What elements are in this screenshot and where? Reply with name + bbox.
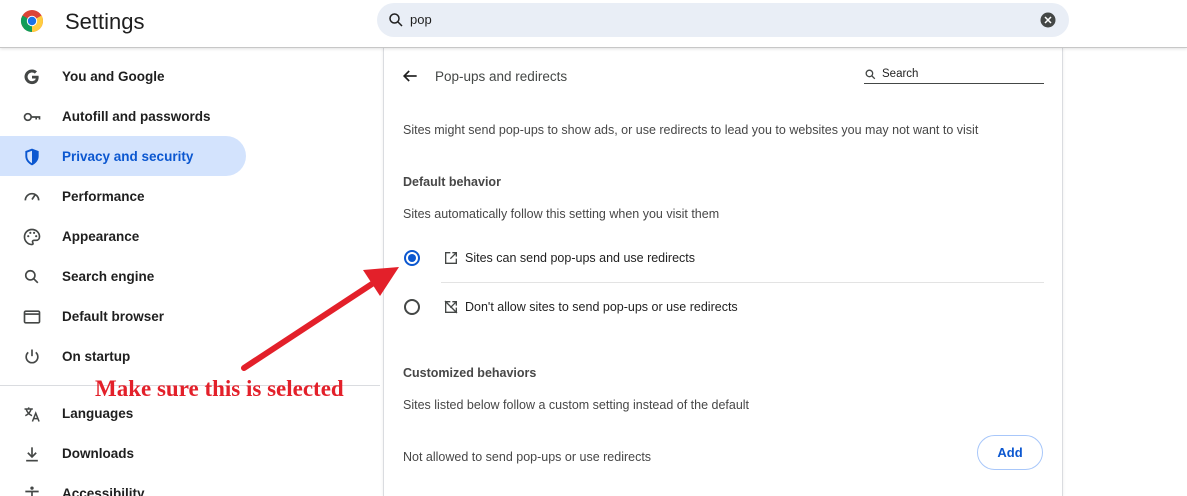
settings-search-box[interactable]: pop: [377, 3, 1069, 37]
sidebar-item-label: Default browser: [62, 309, 165, 324]
option-label: Don't allow sites to send pop-ups or use…: [465, 300, 738, 314]
sidebar-item-downloads[interactable]: Downloads: [0, 433, 246, 473]
shield-icon: [25, 148, 39, 166]
chrome-logo-icon: [21, 10, 43, 32]
page-search-input[interactable]: [882, 67, 1042, 81]
sidebar-item-accessibility[interactable]: Accessibility: [0, 473, 246, 496]
sidebar: You and Google Autofill and passwords Pr…: [0, 48, 380, 496]
translate-icon: [24, 407, 40, 422]
sidebar-item-privacy-and-security[interactable]: Privacy and security: [0, 136, 246, 176]
option-block-popups[interactable]: Don't allow sites to send pop-ups or use…: [402, 287, 1044, 327]
row-divider: [441, 282, 1044, 283]
google-g-icon: [24, 69, 39, 85]
sidebar-item-label: Search engine: [62, 269, 155, 284]
sidebar-item-label: Privacy and security: [62, 149, 194, 164]
clear-search-icon[interactable]: [1039, 11, 1057, 29]
sidebar-item-on-startup[interactable]: On startup: [0, 336, 246, 376]
page-search[interactable]: [864, 67, 1044, 84]
sidebar-item-search-engine[interactable]: Search engine: [0, 256, 246, 296]
radio-allow-popups[interactable]: [404, 250, 420, 266]
sidebar-item-autofill[interactable]: Autofill and passwords: [0, 96, 246, 136]
search-icon: [865, 69, 876, 80]
app-title: Settings: [65, 9, 145, 34]
option-allow-popups[interactable]: Sites can send pop-ups and use redirects: [402, 238, 1044, 278]
power-icon: [25, 349, 39, 364]
open-in-new-icon: [445, 252, 457, 264]
sidebar-item-label: Performance: [62, 189, 145, 204]
download-icon: [26, 447, 38, 462]
speedometer-icon: [24, 192, 40, 201]
popups-settings-card: Pop-ups and redirects Sites might send p…: [383, 48, 1063, 496]
settings-window: Settings pop You and Google Autofill and…: [0, 0, 1187, 496]
sidebar-item-label: Accessibility: [62, 486, 145, 496]
default-behavior-heading: Default behavior: [403, 175, 501, 189]
accessibility-icon: [25, 486, 39, 496]
customized-behaviors-subtext: Sites listed below follow a custom setti…: [403, 398, 750, 412]
search-icon: [24, 269, 39, 284]
search-input[interactable]: pop: [410, 12, 432, 27]
sidebar-item-performance[interactable]: Performance: [0, 176, 246, 216]
back-arrow-icon[interactable]: [400, 66, 420, 86]
browser-window-icon: [23, 310, 41, 324]
not-allowed-label: Not allowed to send pop-ups or use redir…: [403, 450, 652, 464]
sidebar-item-label: Autofill and passwords: [62, 109, 211, 124]
annotation-text: Make sure this is selected: [95, 376, 344, 401]
page-description: Sites might send pop-ups to show ads, or…: [403, 123, 979, 137]
top-bar: Settings pop: [0, 0, 1187, 48]
palette-icon: [23, 228, 41, 246]
blocked-popup-icon: [444, 300, 458, 314]
page-title: Pop-ups and redirects: [435, 69, 568, 84]
sidebar-item-appearance[interactable]: Appearance: [0, 216, 246, 256]
default-behavior-subtext: Sites automatically follow this setting …: [403, 207, 720, 221]
sidebar-item-label: Downloads: [62, 446, 135, 461]
radio-block-popups[interactable]: [404, 299, 420, 315]
search-icon: [389, 13, 403, 27]
key-icon: [23, 112, 41, 122]
add-site-button[interactable]: Add: [977, 435, 1043, 470]
sidebar-item-label: You and Google: [62, 69, 165, 84]
sidebar-item-label: On startup: [62, 349, 131, 364]
sidebar-item-label: Languages: [62, 406, 134, 421]
sidebar-item-label: Appearance: [62, 229, 140, 244]
option-label: Sites can send pop-ups and use redirects: [465, 251, 695, 265]
sidebar-item-you-and-google[interactable]: You and Google: [0, 56, 246, 96]
customized-behaviors-heading: Customized behaviors: [403, 366, 537, 380]
sidebar-item-default-browser[interactable]: Default browser: [0, 296, 246, 336]
